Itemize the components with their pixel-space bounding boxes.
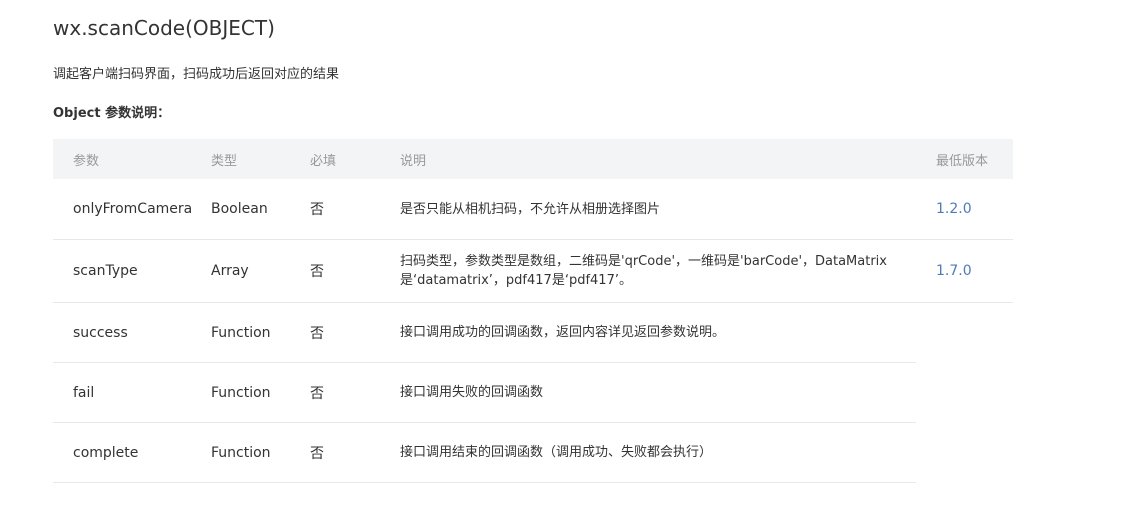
param-type: Boolean	[211, 201, 268, 217]
cell-version: 1.2.0	[916, 179, 1013, 240]
page-title: wx.scanCode(OBJECT)	[53, 16, 275, 40]
cell-type: Array	[211, 239, 310, 303]
param-type: Function	[211, 384, 271, 401]
cell-version: 1.7.0	[916, 239, 1013, 303]
header-type: 类型	[211, 139, 310, 179]
section-title: Object 参数说明：	[53, 106, 171, 121]
table-row: fail Function 否 接口调用失败的回调函数	[53, 362, 1013, 423]
cell-param: scanType	[53, 239, 211, 303]
cell-required: 否	[310, 362, 380, 423]
cell-description: 是否只能从相机扫码，不允许从相册选择图片	[380, 179, 916, 240]
cell-required: 否	[310, 239, 380, 303]
page-description: 调起客户端扫码界面，扫码成功后返回对应的结果	[53, 67, 340, 82]
param-required: 否	[310, 264, 324, 280]
param-description: 扫码类型，参数类型是数组，二维码是'qrCode'，一维码是'barCode'，…	[400, 254, 887, 288]
cell-param: fail	[53, 362, 211, 423]
header-param: 参数	[53, 139, 211, 179]
cell-type: Function	[211, 422, 310, 483]
cell-param: complete	[53, 422, 211, 483]
version-link[interactable]: 1.2.0	[936, 201, 972, 217]
cell-required: 否	[310, 302, 380, 363]
table-header-row: 参数 类型 必填 说明 最低版本	[53, 139, 1013, 179]
cell-required: 否	[310, 422, 380, 483]
params-table: 参数 类型 必填 说明 最低版本 onlyFromCamera Boolean …	[53, 139, 1013, 483]
cell-description: 接口调用成功的回调函数，返回内容详见返回参数说明。	[380, 302, 916, 363]
param-name: fail	[73, 384, 95, 401]
table-row: success Function 否 接口调用成功的回调函数，返回内容详见返回参…	[53, 302, 1013, 363]
cell-type: Boolean	[211, 179, 310, 240]
cell-type: Function	[211, 362, 310, 423]
cell-version	[916, 363, 1013, 423]
param-type: Function	[211, 324, 271, 341]
param-name: success	[73, 324, 128, 341]
header-type-label: 类型	[211, 153, 238, 169]
param-description: 接口调用失败的回调函数	[400, 385, 544, 400]
param-name: complete	[73, 444, 139, 461]
param-type: Array	[211, 263, 249, 279]
header-required-label: 必填	[310, 153, 337, 169]
header-description-label: 说明	[400, 153, 427, 169]
param-description: 接口调用结束的回调函数（调用成功、失败都会执行）	[400, 445, 713, 460]
cell-type: Function	[211, 302, 310, 363]
table-row: onlyFromCamera Boolean 否 是否只能从相机扫码，不允许从相…	[53, 179, 1013, 240]
cell-version	[916, 303, 1013, 363]
param-name: scanType	[73, 263, 138, 279]
param-description: 接口调用成功的回调函数，返回内容详见返回参数说明。	[400, 325, 726, 340]
param-required: 否	[310, 325, 324, 342]
param-type: Function	[211, 444, 271, 461]
header-version-label: 最低版本	[936, 153, 989, 169]
cell-required: 否	[310, 179, 380, 240]
header-required: 必填	[310, 139, 380, 179]
header-description: 说明	[380, 139, 916, 179]
cell-description: 扫码类型，参数类型是数组，二维码是'qrCode'，一维码是'barCode'，…	[380, 239, 916, 303]
cell-param: onlyFromCamera	[53, 179, 211, 240]
param-required: 否	[310, 445, 324, 462]
cell-param: success	[53, 302, 211, 363]
param-description: 是否只能从相机扫码，不允许从相册选择图片	[400, 201, 661, 217]
header-version: 最低版本	[916, 139, 1013, 179]
param-required: 否	[310, 385, 324, 402]
cell-version	[916, 423, 1013, 483]
cell-description: 接口调用结束的回调函数（调用成功、失败都会执行）	[380, 422, 916, 483]
header-param-label: 参数	[73, 153, 100, 169]
cell-description: 接口调用失败的回调函数	[380, 362, 916, 423]
table-row: complete Function 否 接口调用结束的回调函数（调用成功、失败都…	[53, 422, 1013, 483]
table-row: scanType Array 否 扫码类型，参数类型是数组，二维码是'qrCod…	[53, 239, 1013, 303]
version-link[interactable]: 1.7.0	[936, 263, 972, 279]
param-name: onlyFromCamera	[73, 201, 193, 217]
param-required: 否	[310, 202, 324, 218]
